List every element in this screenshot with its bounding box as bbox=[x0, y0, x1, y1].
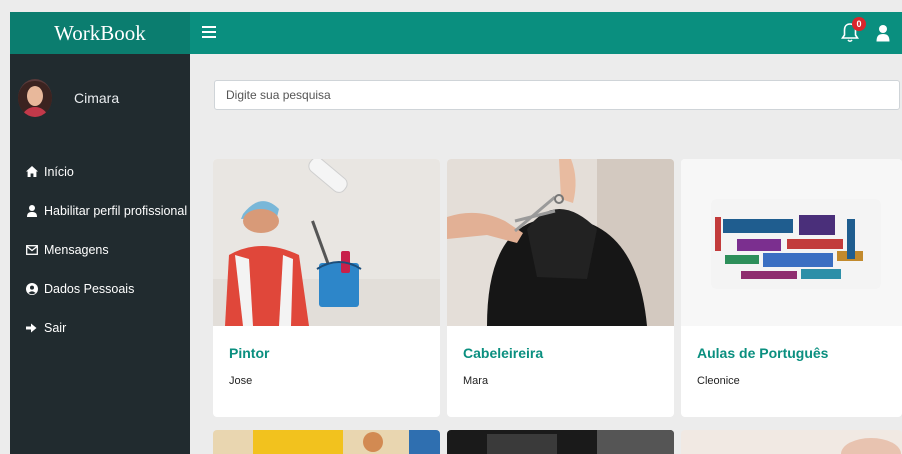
sidebar-item-dados-pessoais[interactable]: Dados Pessoais bbox=[26, 269, 187, 308]
menu-toggle-icon[interactable] bbox=[202, 26, 216, 38]
home-icon bbox=[26, 166, 38, 178]
search-input[interactable] bbox=[214, 80, 900, 110]
sidebar-item-sair[interactable]: Sair bbox=[26, 308, 187, 347]
card-image-word-cloud bbox=[681, 159, 902, 326]
brand-logo[interactable]: WorkBook bbox=[10, 12, 190, 54]
card-title[interactable]: Aulas de Português bbox=[697, 345, 828, 361]
sidebar-item-label: Início bbox=[44, 164, 74, 179]
sidebar-item-inicio[interactable]: Início bbox=[26, 152, 187, 191]
sidebar-item-label: Sair bbox=[44, 320, 67, 335]
envelope-icon bbox=[26, 244, 38, 256]
card-subtitle: Mara bbox=[463, 375, 489, 387]
card-image-hairdresser bbox=[447, 159, 674, 326]
user-circle-icon bbox=[26, 282, 38, 295]
sidebar: Cimara Início Habilitar perfil profissio… bbox=[10, 54, 190, 454]
service-card[interactable]: Cabeleireira Mara bbox=[447, 159, 674, 417]
sidebar-item-label: Dados Pessoais bbox=[44, 281, 135, 296]
avatar[interactable] bbox=[18, 79, 52, 117]
sidebar-item-habilitar-perfil[interactable]: Habilitar perfil profissional bbox=[26, 191, 187, 230]
sidebar-item-label: Mensagens bbox=[44, 242, 109, 257]
card-subtitle: Jose bbox=[229, 375, 253, 387]
service-card-partial[interactable] bbox=[213, 430, 440, 454]
service-card-partial[interactable] bbox=[681, 430, 902, 454]
card-title[interactable]: Pintor bbox=[229, 345, 269, 361]
notification-badge: 0 bbox=[852, 17, 866, 31]
card-subtitle: Cleonice bbox=[697, 375, 740, 387]
user-name: Cimara bbox=[74, 90, 120, 106]
service-card[interactable]: Pintor Jose bbox=[213, 159, 440, 417]
sidebar-menu: Início Habilitar perfil profissional Men… bbox=[26, 152, 187, 347]
user-icon bbox=[26, 204, 38, 217]
user-menu-icon[interactable] bbox=[876, 24, 890, 42]
card-image-painter bbox=[213, 159, 440, 326]
sidebar-item-label: Habilitar perfil profissional bbox=[44, 203, 188, 218]
service-card[interactable]: Aulas de Português Cleonice bbox=[681, 159, 902, 417]
card-title[interactable]: Cabeleireira bbox=[463, 345, 543, 361]
sign-out-icon bbox=[26, 322, 38, 334]
top-navbar: WorkBook 0 bbox=[10, 12, 902, 54]
sidebar-item-mensagens[interactable]: Mensagens bbox=[26, 230, 187, 269]
service-card-partial[interactable] bbox=[447, 430, 674, 454]
user-profile: Cimara bbox=[18, 79, 119, 117]
